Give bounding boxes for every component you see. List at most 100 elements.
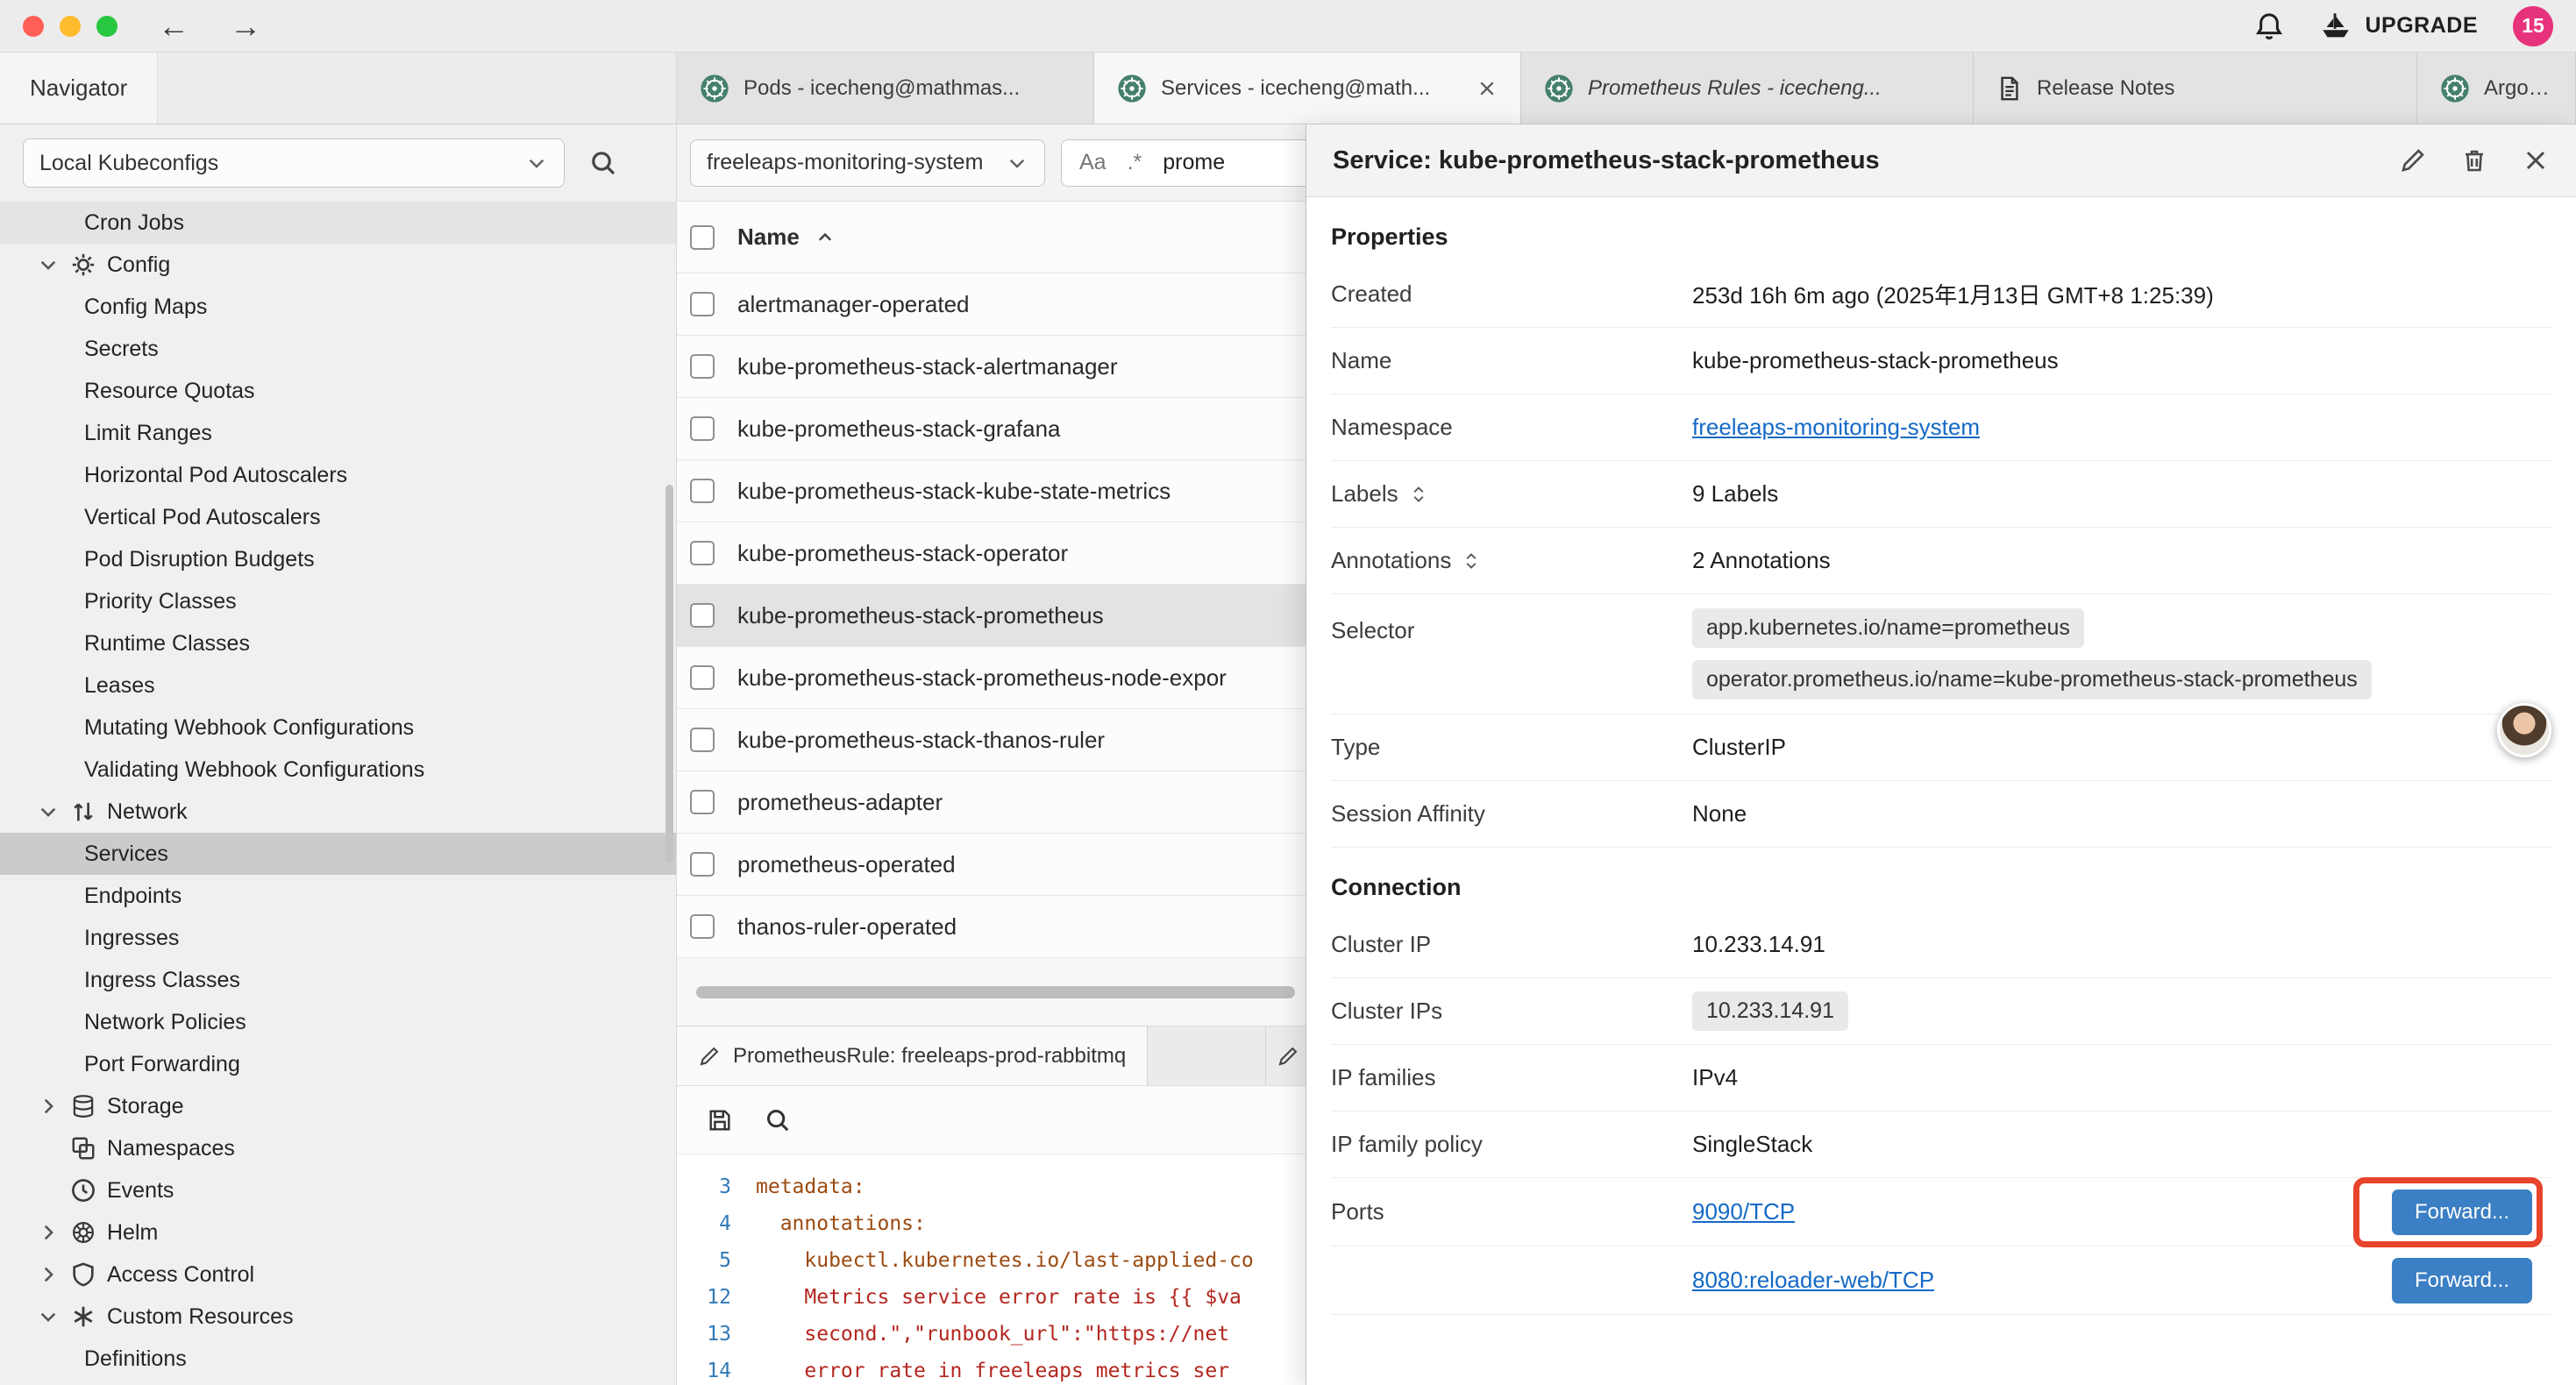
save-icon[interactable] [707,1107,733,1133]
sidebar-item-network[interactable]: Network [0,791,676,833]
sidebar-item-validating-webhook-configurations[interactable]: Validating Webhook Configurations [0,749,676,791]
close-window-button[interactable] [23,16,44,37]
ip-families-label: IP families [1331,1064,1692,1091]
sidebar-item-priority-classes[interactable]: Priority Classes [0,580,676,622]
sidebar-scrollbar[interactable] [665,485,673,863]
sidebar-search-icon[interactable] [589,149,617,177]
forward-button-8080[interactable]: Forward... [2392,1258,2532,1303]
tab-pods[interactable]: Pods - icecheng@mathmas... [677,53,1094,124]
sidebar-item-ingress-classes[interactable]: Ingress Classes [0,959,676,1001]
forward-button-9090[interactable]: Forward... [2392,1190,2532,1235]
match-case-toggle[interactable]: Aa [1079,150,1107,175]
port-link-8080[interactable]: 8080:reloader-web/TCP [1692,1267,1934,1294]
sidebar-item-resource-quotas[interactable]: Resource Quotas [0,370,676,412]
sidebar-item-definitions[interactable]: Definitions [0,1338,676,1380]
sidebar-item-pod-disruption-budgets[interactable]: Pod Disruption Budgets [0,538,676,580]
sidebar-item-storage[interactable]: Storage [0,1085,676,1127]
table-row[interactable]: prometheus-adapter [677,771,1306,834]
tab-argo[interactable]: Argo Se [2417,53,2576,124]
port-link-9090[interactable]: 9090/TCP [1692,1198,1795,1225]
sort-ascending-icon[interactable] [815,228,835,247]
minimize-window-button[interactable] [60,16,81,37]
row-checkbox[interactable] [690,603,715,628]
sidebar-item-ingresses[interactable]: Ingresses [0,917,676,959]
row-checkbox[interactable] [690,790,715,814]
close-drawer-icon[interactable] [2522,146,2550,174]
zoom-window-button[interactable] [96,16,117,37]
forward-arrow-icon[interactable]: → [230,11,261,42]
back-arrow-icon[interactable]: ← [158,11,189,42]
table-row[interactable]: kube-prometheus-stack-kube-state-metrics [677,460,1306,522]
sidebar-item-custom-resources[interactable]: Custom Resources [0,1296,676,1338]
tab-release-notes[interactable]: Release Notes [1974,53,2417,124]
upgrade-button[interactable]: UPGRADE [2319,10,2478,43]
navigator-panel-tab[interactable]: Navigator [0,53,158,124]
drawer-actions [2399,146,2550,174]
editor-search-icon[interactable] [765,1107,791,1133]
table-row[interactable]: kube-prometheus-stack-thanos-ruler [677,709,1306,771]
sidebar-item-endpoints[interactable]: Endpoints [0,875,676,917]
sidebar-item-cron-jobs[interactable]: Cron Jobs [0,202,676,244]
editor-line: 5 kubectl.kubernetes.io/last-applied-co [677,1242,1306,1279]
sidebar-item-mutating-webhook-configurations[interactable]: Mutating Webhook Configurations [0,707,676,749]
row-checkbox[interactable] [690,292,715,316]
user-avatar[interactable] [2497,703,2551,757]
regex-toggle[interactable]: .* [1128,150,1142,175]
sidebar-item-helm[interactable]: Helm [0,1211,676,1254]
table-row-selected[interactable]: kube-prometheus-stack-prometheus [677,585,1306,647]
sidebar-item-limit-ranges[interactable]: Limit Ranges [0,412,676,454]
sidebar-item-config[interactable]: Config [0,244,676,286]
row-checkbox[interactable] [690,479,715,503]
expand-annotations-icon[interactable] [1462,550,1481,572]
row-checkbox[interactable] [690,541,715,565]
namespace-selector[interactable]: freeleaps-monitoring-system [690,139,1045,187]
sidebar-item-horizontal-pod-autoscalers[interactable]: Horizontal Pod Autoscalers [0,454,676,496]
sidebar-item-services[interactable]: Services [0,833,676,875]
table-row[interactable]: alertmanager-operated [677,273,1306,336]
tab-prometheus-rules[interactable]: Prometheus Rules - icecheng... [1521,53,1974,124]
dock-tab-bar: PrometheusRule: freeleaps-prod-rabbitmq [677,1026,1306,1086]
network-icon [70,799,96,825]
selector-badge: app.kubernetes.io/name=prometheus [1692,608,2084,648]
notifications-bell-icon[interactable] [2254,11,2284,41]
row-checkbox[interactable] [690,852,715,877]
row-checkbox[interactable] [690,914,715,939]
sidebar-item-config-maps[interactable]: Config Maps [0,286,676,328]
sidebar-item-port-forwarding[interactable]: Port Forwarding [0,1043,676,1085]
notification-count-badge[interactable]: 15 [2513,6,2553,46]
horizontal-scrollbar[interactable] [696,986,1295,998]
row-checkbox[interactable] [690,728,715,752]
close-tab-icon[interactable] [1477,78,1498,99]
table-search-input[interactable]: Aa .* prome [1061,139,1306,187]
row-checkbox[interactable] [690,416,715,441]
table-row[interactable]: prometheus-operated [677,834,1306,896]
sidebar-item-access-control[interactable]: Access Control [0,1254,676,1296]
select-all-checkbox[interactable] [690,225,715,250]
dock-tab-prometheusrule[interactable]: PrometheusRule: freeleaps-prod-rabbitmq [677,1026,1148,1085]
sidebar-item-runtime-classes[interactable]: Runtime Classes [0,622,676,664]
table-row[interactable]: kube-prometheus-stack-grafana [677,398,1306,460]
namespace-link[interactable]: freeleaps-monitoring-system [1692,414,1980,440]
sidebar-item-secrets[interactable]: Secrets [0,328,676,370]
name-column-header[interactable]: Name [737,224,800,251]
sidebar-item-leases[interactable]: Leases [0,664,676,707]
sidebar-item-vertical-pod-autoscalers[interactable]: Vertical Pod Autoscalers [0,496,676,538]
sidebar-item-network-policies[interactable]: Network Policies [0,1001,676,1043]
ip-families-value: IPv4 [1692,1064,1738,1091]
cluster-ip-label: Cluster IP [1331,931,1692,958]
row-checkbox[interactable] [690,354,715,379]
table-row[interactable]: kube-prometheus-stack-prometheus-node-ex… [677,647,1306,709]
delete-trash-icon[interactable] [2460,146,2488,174]
sidebar-item-namespaces[interactable]: Namespaces [0,1127,676,1169]
table-row[interactable]: kube-prometheus-stack-alertmanager [677,336,1306,398]
dock-tab-partial[interactable] [1265,1026,1306,1085]
expand-labels-icon[interactable] [1409,483,1428,506]
kubeconfig-selector[interactable]: Local Kubeconfigs [23,138,565,188]
sidebar-item-events[interactable]: Events [0,1169,676,1211]
edit-icon[interactable] [2399,146,2427,174]
row-checkbox[interactable] [690,665,715,690]
table-row[interactable]: kube-prometheus-stack-operator [677,522,1306,585]
yaml-editor[interactable]: 3metadata: 4 annotations: 5 kubectl.kube… [677,1154,1306,1385]
tab-services[interactable]: Services - icecheng@math... [1094,53,1521,124]
table-row[interactable]: thanos-ruler-operated [677,896,1306,958]
